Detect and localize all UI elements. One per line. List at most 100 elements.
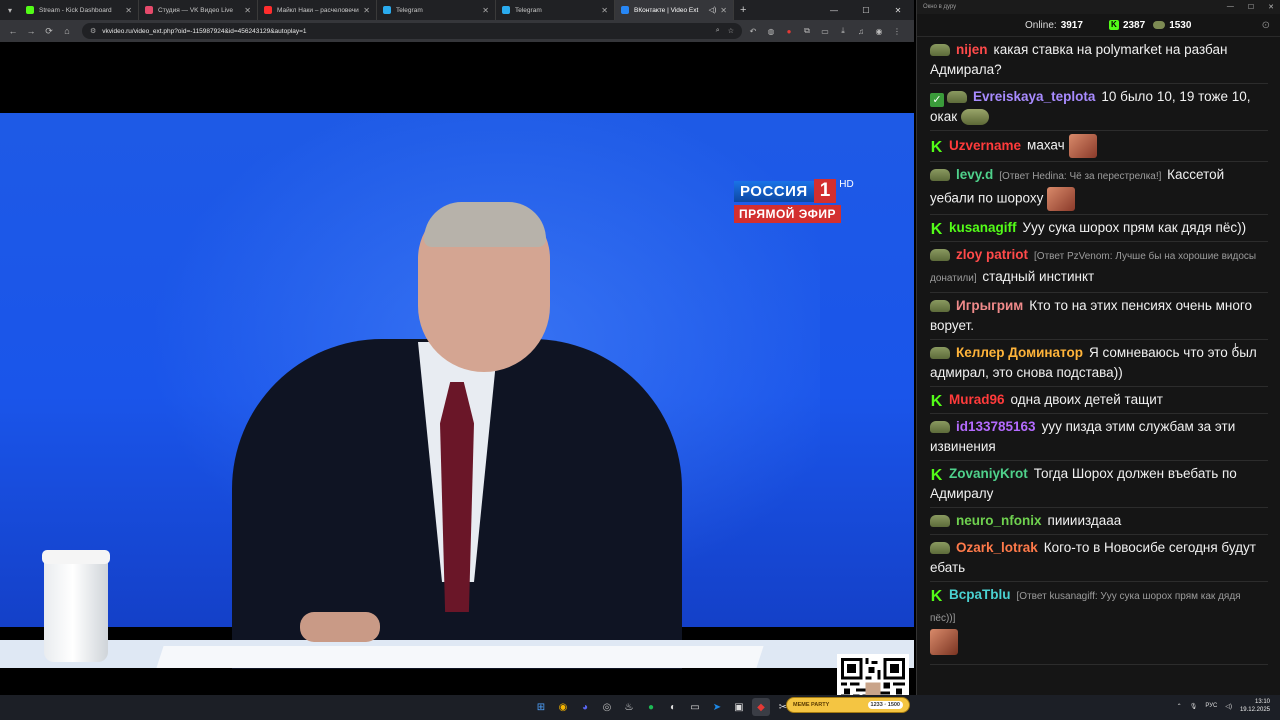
sidebar-icon[interactable]: ▭ (818, 24, 832, 38)
chat-username[interactable]: Ozark_lotrak (956, 540, 1038, 555)
browser-tab[interactable]: ВКонтакте | Video Ext ◁) ✕ (615, 0, 734, 20)
tab-audio-icon[interactable]: ◁) (709, 6, 717, 14)
sub-badge-icon (930, 169, 950, 181)
chat-username[interactable]: Игрыгрим (956, 298, 1023, 313)
text-cursor-icon: I (1234, 342, 1237, 353)
kick-badge-icon: K (930, 467, 943, 484)
sub-badge-icon (930, 347, 950, 359)
extension-icon[interactable]: ◍ (764, 24, 778, 38)
close-window-icon[interactable]: ✕ (882, 0, 914, 20)
sub-badge-icon (930, 44, 950, 56)
tab-close-icon[interactable]: ✕ (482, 6, 489, 15)
chat-username[interactable]: ZovaniyKrot (949, 466, 1028, 481)
active-app-icon[interactable]: ◆ (752, 698, 770, 716)
chat-username[interactable]: kusanagiff (949, 220, 1017, 235)
sub-badge-icon (930, 300, 950, 312)
chat-close-icon[interactable]: ✕ (1268, 3, 1274, 11)
tab-close-icon[interactable]: ✕ (720, 6, 727, 15)
chat-message-text: пииииздааа (1047, 513, 1122, 528)
kick-icon: K (1108, 20, 1119, 30)
tab-favicon-icon (502, 6, 510, 14)
tab-close-icon[interactable]: ✕ (125, 6, 132, 15)
new-tab-button[interactable]: + (740, 4, 746, 16)
back-icon[interactable]: ← (4, 22, 22, 40)
language-indicator[interactable]: РУС (1205, 703, 1217, 709)
tab-search-icon[interactable]: ▾ (0, 0, 20, 20)
kick-badge-icon: K (930, 588, 943, 605)
tab-close-icon[interactable]: ✕ (601, 6, 608, 15)
browser-tab[interactable]: Stream - Kick Dashboard ✕ (20, 0, 139, 20)
sub-badge-icon (930, 249, 950, 261)
volume-icon[interactable]: ◁) (1225, 703, 1232, 710)
app-icon[interactable]: ◐ (664, 698, 682, 716)
chat-username[interactable]: levy.d (956, 167, 993, 182)
chat-panel: Окно в дуру — ☐ ✕ Online: 3917 K 2387 15… (916, 0, 1280, 695)
mic-icon[interactable]: 🎙 (1190, 703, 1198, 710)
site-info-icon[interactable]: ⚙ (90, 27, 96, 35)
maximize-icon[interactable]: ☐ (850, 0, 882, 20)
hd-label: HD (839, 179, 854, 190)
video-player[interactable]: РОССИЯ 1 HD ПРЯМОЙ ЭФИР (0, 42, 914, 720)
chat-username[interactable]: nijen (956, 42, 988, 57)
explorer-icon[interactable]: ▭ (686, 698, 704, 716)
address-bar[interactable]: ⚙ vkvideo.ru/video_ext.php?oid=-11598792… (82, 23, 742, 39)
chat-username[interactable]: Evreiskaya_teplota (973, 89, 1095, 104)
chat-message: K Uzvername махач (930, 131, 1268, 162)
forward-icon[interactable]: → (22, 22, 40, 40)
tab-favicon-icon (621, 6, 629, 14)
tab-favicon-icon (145, 6, 153, 14)
kick-badge-icon: K (930, 393, 943, 410)
reload-icon[interactable]: ⟳ (40, 22, 58, 40)
tab-label: ВКонтакте | Video Ext (634, 6, 699, 14)
sub-badge-icon (930, 421, 950, 433)
pepe-icon (1153, 21, 1166, 29)
live-label: ПРЯМОЙ ЭФИР (734, 205, 841, 223)
minimize-icon[interactable]: — (818, 0, 850, 20)
tab-close-icon[interactable]: ✕ (244, 6, 251, 15)
chat-message-list[interactable]: nijen какая ставка на polymarket на разба… (917, 37, 1280, 665)
home-icon[interactable]: ⌂ (58, 22, 76, 40)
chat-username[interactable]: Murad96 (949, 392, 1005, 407)
meme-party-widget: MEME PARTY 1233 ◦ 1500 (786, 697, 910, 713)
sub-badge-icon (930, 515, 950, 527)
extension-arrow-icon[interactable]: ↶ (746, 24, 760, 38)
telegram-icon[interactable]: ➤ (708, 698, 726, 716)
chat-username[interactable]: Uzvername (949, 138, 1021, 153)
tray-chevron-icon[interactable]: ⌃ (1177, 703, 1182, 710)
extension-red-icon[interactable]: ● (782, 24, 796, 38)
chat-maximize-icon[interactable]: ☐ (1248, 3, 1254, 11)
browser-tab[interactable]: Telegram ✕ (377, 0, 496, 20)
chat-username[interactable]: zloy patriot (956, 247, 1028, 262)
chrome-icon[interactable]: ◉ (554, 698, 572, 716)
chat-message-text: одна двоих детей тащит (1010, 392, 1163, 407)
face-emote-icon (930, 629, 958, 655)
online-label: Online: (1025, 19, 1057, 31)
steam-icon[interactable]: ♨ (620, 698, 638, 716)
media-app-icon[interactable]: ▣ (730, 698, 748, 716)
zoom-icon[interactable]: ⌕ (716, 27, 720, 35)
menu-icon[interactable]: ⋮ (890, 24, 904, 38)
browser-tab[interactable]: Студия — VK Видео Live ✕ (139, 0, 258, 20)
chat-username[interactable]: id133785163 (956, 419, 1036, 434)
obs-icon[interactable]: ◎ (598, 698, 616, 716)
tab-close-icon[interactable]: ✕ (363, 6, 370, 15)
download-icon[interactable]: ⤓ (836, 24, 850, 38)
chat-username[interactable]: Келлер Доминатор (956, 345, 1083, 360)
spotify-icon[interactable]: ● (642, 698, 660, 716)
browser-tab[interactable]: Telegram ✕ (496, 0, 615, 20)
chat-username[interactable]: neuro_nfonix (956, 513, 1042, 528)
chat-settings-icon[interactable]: ⊙ (1262, 20, 1270, 31)
chat-minimize-icon[interactable]: — (1227, 3, 1234, 11)
profile-icon[interactable]: ◉ (872, 24, 886, 38)
start-icon[interactable]: ⊞ (532, 698, 550, 716)
online-count: 3917 (1060, 19, 1083, 31)
bookmark-star-icon[interactable]: ☆ (728, 27, 734, 35)
media-icon[interactable]: ♫ (854, 24, 868, 38)
clock[interactable]: 13:10 19.12.2025 (1240, 698, 1270, 714)
discord-icon[interactable]: ◕ (576, 698, 594, 716)
browser-tab[interactable]: Майкл Наки – расчеловечивание ✕ (258, 0, 377, 20)
extensions-puzzle-icon[interactable]: ⧉ (800, 24, 814, 38)
chat-username[interactable]: ВcpaTblu (949, 587, 1011, 602)
meme-party-label: MEME PARTY (793, 702, 830, 708)
chat-message: Келлер Доминатор Я сомневаюсь что это был… (930, 340, 1268, 387)
